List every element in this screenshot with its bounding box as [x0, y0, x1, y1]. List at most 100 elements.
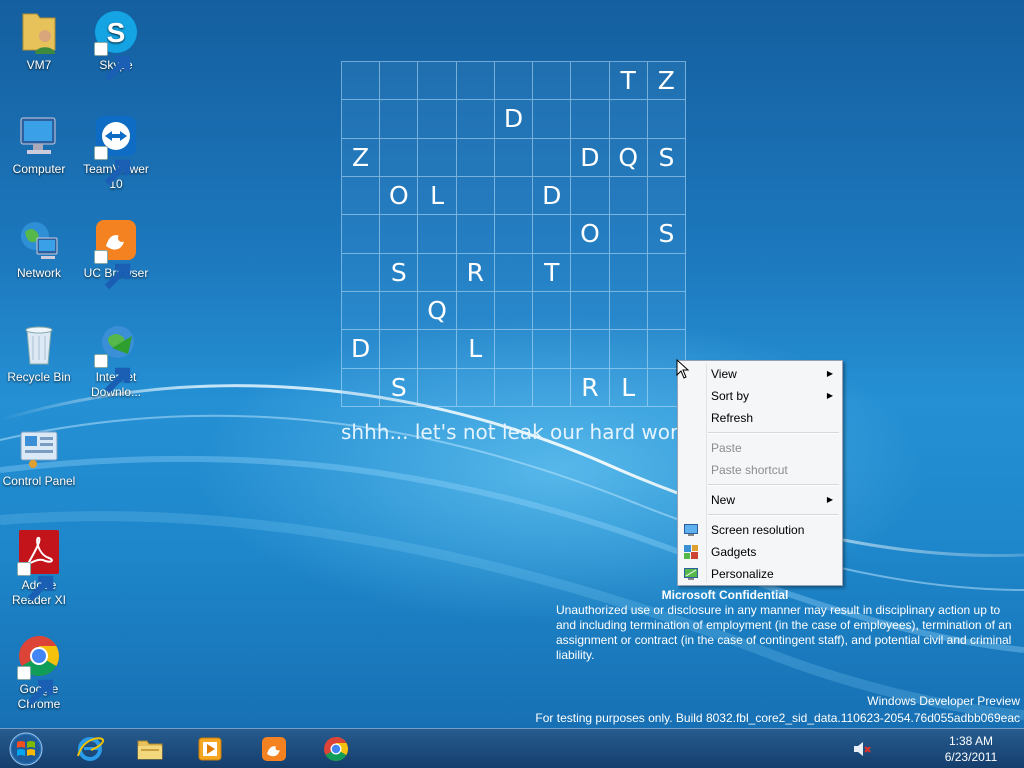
grid-cell	[380, 138, 419, 177]
grid-cell	[418, 215, 457, 254]
start-button[interactable]	[4, 730, 48, 768]
shortcut-arrow-icon	[94, 250, 131, 290]
grid-cell	[647, 176, 686, 216]
grid-cell: Q	[418, 291, 457, 331]
grid-cell: D	[494, 100, 534, 139]
grid-cell: Z	[342, 138, 381, 177]
notice-body: Unauthorized use or disclosure in any ma…	[556, 603, 1012, 662]
desktop-icon-label: Control Panel	[2, 474, 76, 488]
grid-cell: D	[342, 330, 381, 369]
grid-cell	[342, 253, 381, 292]
taskbar-uc-browser[interactable]	[248, 732, 300, 766]
grid-cell	[609, 100, 648, 139]
menu-item-personalize[interactable]: Personalize	[678, 563, 842, 585]
internet-explorer-icon	[77, 737, 105, 761]
grid-cell	[571, 291, 610, 331]
desktop-icon-label: Computer	[12, 162, 66, 176]
shortcut-arrow-icon	[94, 146, 131, 186]
grid-cell	[494, 215, 534, 254]
grid-cell	[533, 62, 572, 101]
grid-cell	[571, 253, 610, 292]
grid-cell	[342, 291, 381, 331]
grid-cell	[571, 62, 610, 101]
grid-cell	[647, 100, 686, 139]
menu-item-new[interactable]: New ▶	[678, 489, 842, 511]
desktop-icon-recycle-bin[interactable]: Recycle Bin	[1, 320, 77, 385]
grid-cell: T	[609, 62, 648, 101]
shortcut-arrow-icon	[94, 42, 131, 82]
watermark-build: For testing purposes only. Build 8032.fb…	[535, 711, 1020, 725]
menu-item-view[interactable]: View ▶	[678, 363, 842, 385]
grid-cell	[533, 330, 572, 369]
desktop-icon-label: Recycle Bin	[7, 370, 71, 384]
personalize-icon	[684, 568, 698, 580]
grid-cell	[571, 176, 610, 216]
taskbar-clock[interactable]: 1:38 AM 6/23/2011	[918, 733, 1024, 765]
screen-resolution-icon	[684, 524, 698, 536]
menu-item-gadgets[interactable]: Gadgets	[678, 541, 842, 563]
desktop-icon-computer[interactable]: Computer	[1, 112, 77, 177]
desktop-icon-label: VM7	[26, 58, 52, 72]
watermark-edition: Windows Developer Preview	[867, 694, 1020, 708]
grid-cell: S	[647, 138, 686, 177]
grid-cell	[609, 176, 648, 216]
grid-cell: L	[609, 368, 648, 407]
grid-cell	[380, 100, 419, 139]
desktop-icon-label: Network	[16, 266, 61, 280]
mouse-cursor-icon	[676, 359, 690, 379]
desktop-icon-network[interactable]: Network	[1, 216, 77, 281]
volume-muted-icon[interactable]	[853, 741, 871, 757]
submenu-arrow-icon: ▶	[826, 495, 833, 504]
desktop-icon-internet-download-manager[interactable]: Internet Downlo...	[78, 320, 154, 400]
build-watermark: Windows Developer Preview For testing pu…	[535, 693, 1020, 727]
grid-cell	[494, 291, 534, 331]
grid-cell	[609, 253, 648, 292]
submenu-arrow-icon: ▶	[826, 369, 833, 378]
gadgets-icon	[684, 545, 698, 559]
grid-cell	[456, 176, 495, 216]
grid-cell	[571, 330, 610, 369]
grid-cell	[380, 330, 419, 369]
desktop-icon-google-chrome[interactable]: Google Chrome	[1, 632, 77, 712]
desktop-icon-uc-browser[interactable]: UC Browser	[78, 216, 154, 290]
grid-cell	[380, 62, 419, 101]
grid-cell: S	[380, 253, 419, 292]
grid-cell	[456, 368, 495, 407]
grid-cell: S	[647, 215, 686, 254]
wallpaper-letter-grid: TZDZDQSOLDOSSRTQDLSRL	[341, 61, 686, 407]
grid-cell	[380, 215, 419, 254]
computer-icon	[20, 117, 56, 154]
grid-cell	[494, 138, 534, 177]
desktop-context-menu: View ▶ Sort by ▶ Refresh Paste Paste sho…	[677, 360, 843, 586]
notice-title: Microsoft Confidential	[661, 588, 789, 602]
uc-browser-icon	[262, 737, 286, 761]
grid-cell	[456, 138, 495, 177]
menu-item-refresh[interactable]: Refresh	[678, 407, 842, 429]
grid-cell	[342, 62, 381, 101]
menu-item-sort-by[interactable]: Sort by ▶	[678, 385, 842, 407]
grid-cell	[533, 100, 572, 139]
grid-cell	[647, 291, 686, 331]
taskbar-internet-explorer[interactable]	[64, 732, 116, 766]
menu-item-screen-resolution[interactable]: Screen resolution	[678, 519, 842, 541]
grid-cell: L	[418, 176, 457, 216]
grid-cell: S	[380, 368, 419, 407]
grid-cell	[342, 368, 381, 407]
network-icon	[21, 222, 58, 259]
taskbar-media-player[interactable]	[184, 732, 236, 766]
desktop-icon-skype[interactable]: S Skype	[78, 8, 154, 82]
desktop-icon-control-panel[interactable]: Control Panel	[1, 424, 77, 489]
grid-cell	[494, 62, 534, 101]
taskbar-file-explorer[interactable]	[124, 732, 176, 766]
grid-cell	[456, 62, 495, 101]
taskbar-chrome[interactable]	[310, 732, 362, 766]
grid-cell	[494, 176, 534, 216]
recycle-bin-icon	[25, 326, 53, 365]
menu-item-paste-shortcut: Paste shortcut	[711, 463, 788, 477]
desktop-icon-teamviewer[interactable]: TeamViewer 10	[78, 112, 154, 192]
desktop-icon-vm7[interactable]: VM7	[1, 8, 77, 73]
grid-cell	[456, 215, 495, 254]
desktop-icon-adobe-reader[interactable]: Adobe Reader XI	[1, 528, 77, 608]
menu-item-paste: Paste	[711, 441, 742, 455]
grid-cell	[342, 176, 381, 216]
